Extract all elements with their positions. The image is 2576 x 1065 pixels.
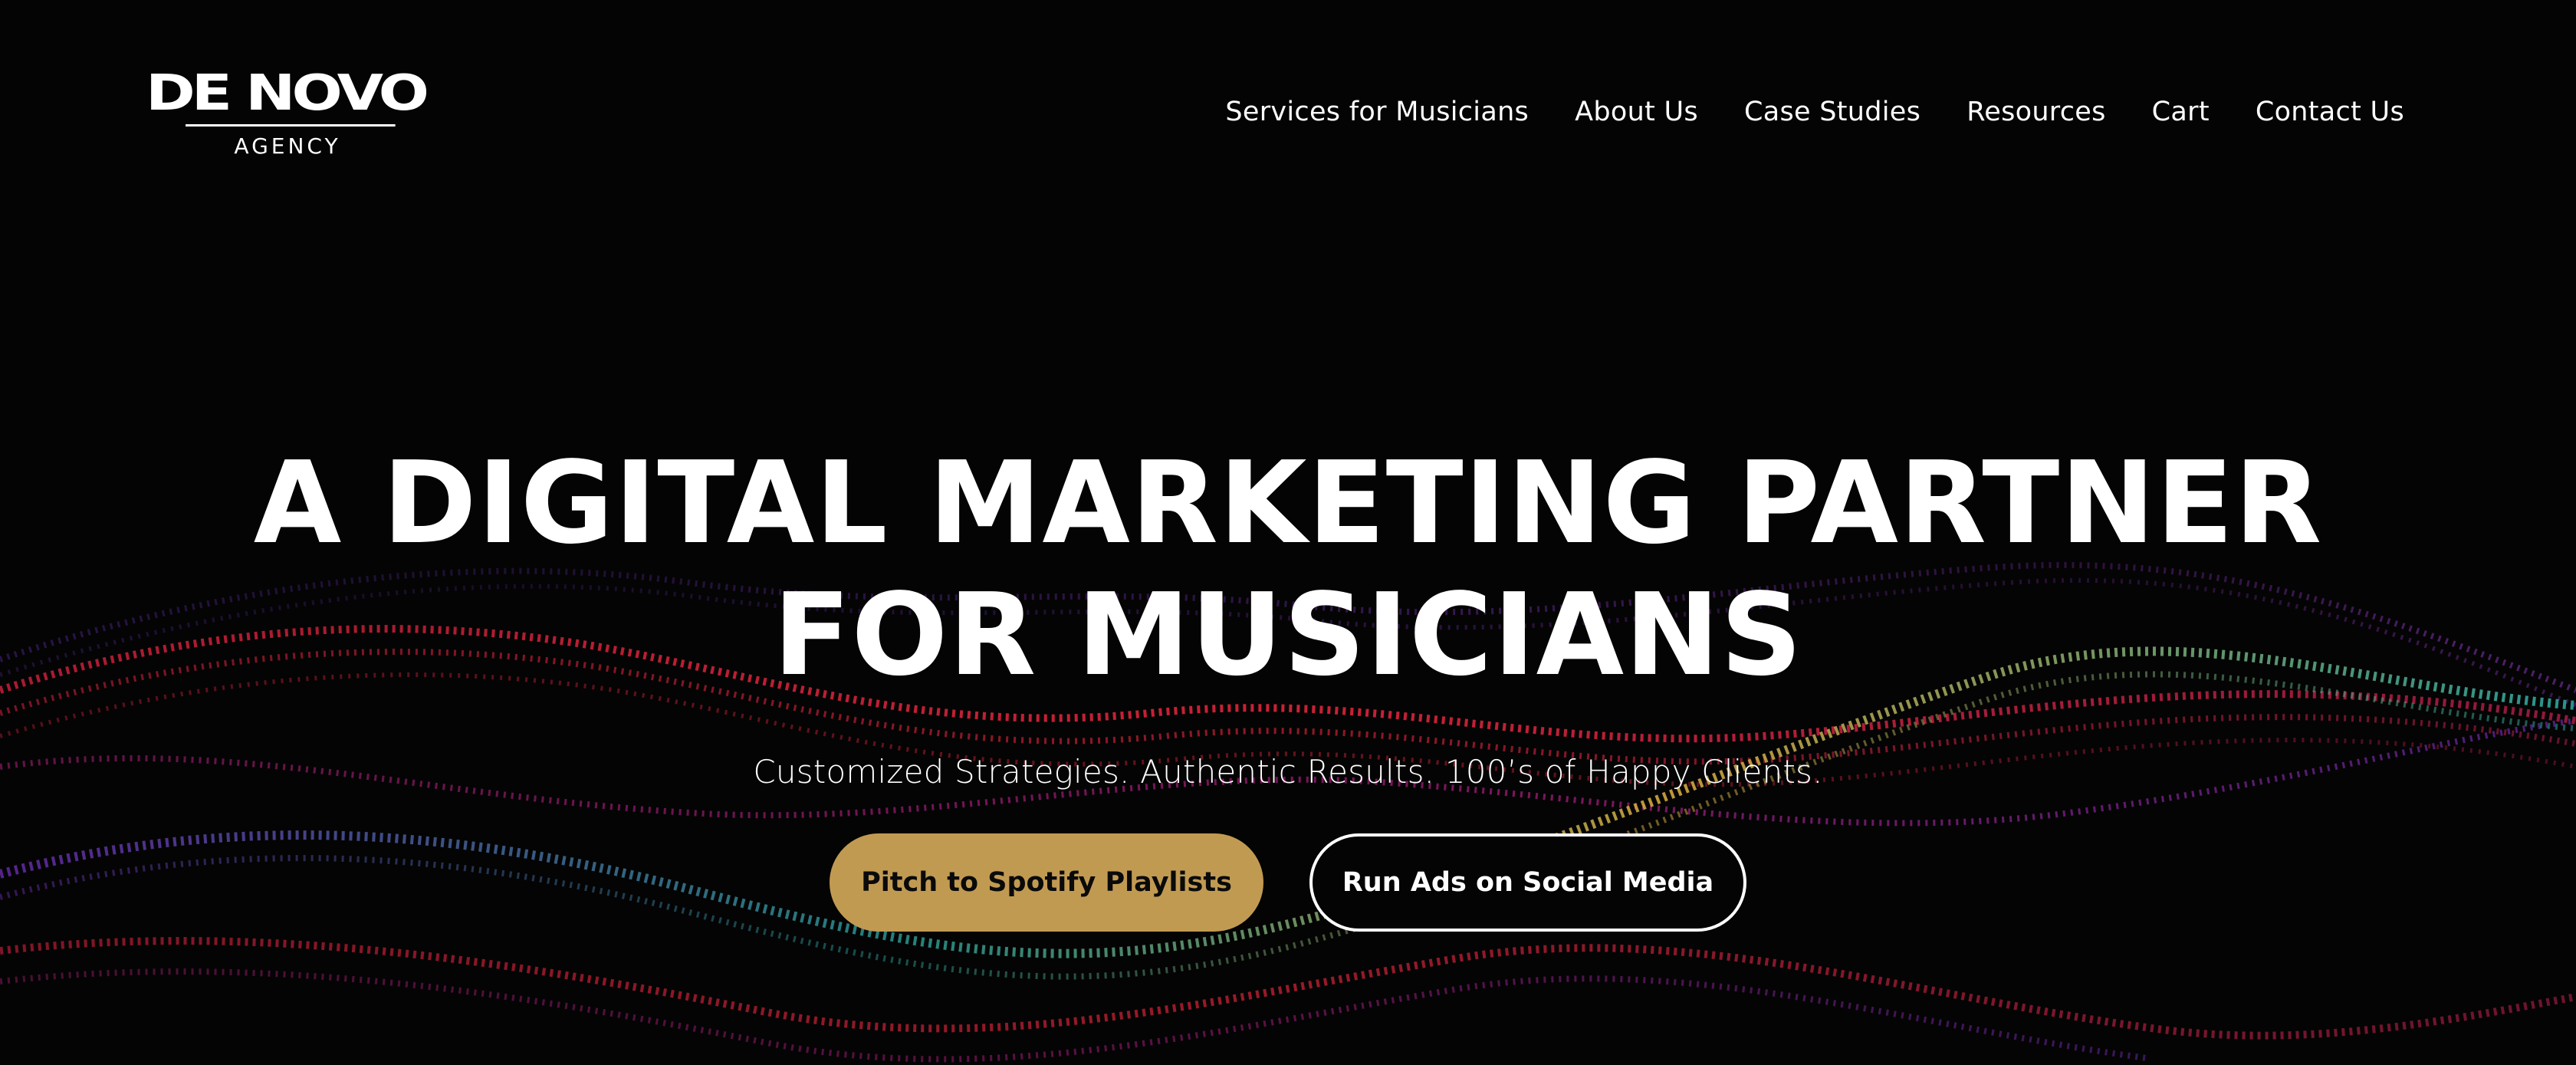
run-social-ads-button[interactable]: Run Ads on Social Media	[1309, 833, 1746, 932]
logo-subtitle: AGENCY	[234, 133, 341, 159]
logo-divider	[186, 124, 396, 127]
site-header: DE NOVO AGENCY Services for Musicians Ab…	[0, 0, 2576, 199]
nav-item-case-studies[interactable]: Case Studies	[1744, 97, 1921, 127]
page: DE NOVO AGENCY Services for Musicians Ab…	[0, 0, 2576, 1065]
nav-item-resources[interactable]: Resources	[1967, 97, 2105, 127]
logo-wordmark: DE NOVO	[146, 64, 429, 122]
nav-item-about[interactable]: About Us	[1575, 97, 1698, 127]
hero-subtitle: Customized Strategies. Authentic Results…	[753, 753, 1823, 791]
logo[interactable]: DE NOVO AGENCY	[146, 64, 445, 163]
hero-section: A DIGITAL MARKETING PARTNER FOR MUSICIAN…	[0, 437, 2576, 932]
nav-item-cart[interactable]: Cart	[2152, 97, 2210, 127]
nav-item-services[interactable]: Services for Musicians	[1225, 97, 1529, 127]
pitch-spotify-button[interactable]: Pitch to Spotify Playlists	[830, 833, 1263, 932]
main-nav: Services for Musicians About Us Case Stu…	[1225, 97, 2404, 127]
nav-item-contact[interactable]: Contact Us	[2256, 97, 2404, 127]
cta-row: Pitch to Spotify Playlists Run Ads on So…	[0, 833, 2576, 932]
hero-title: A DIGITAL MARKETING PARTNER FOR MUSICIAN…	[253, 437, 2323, 701]
